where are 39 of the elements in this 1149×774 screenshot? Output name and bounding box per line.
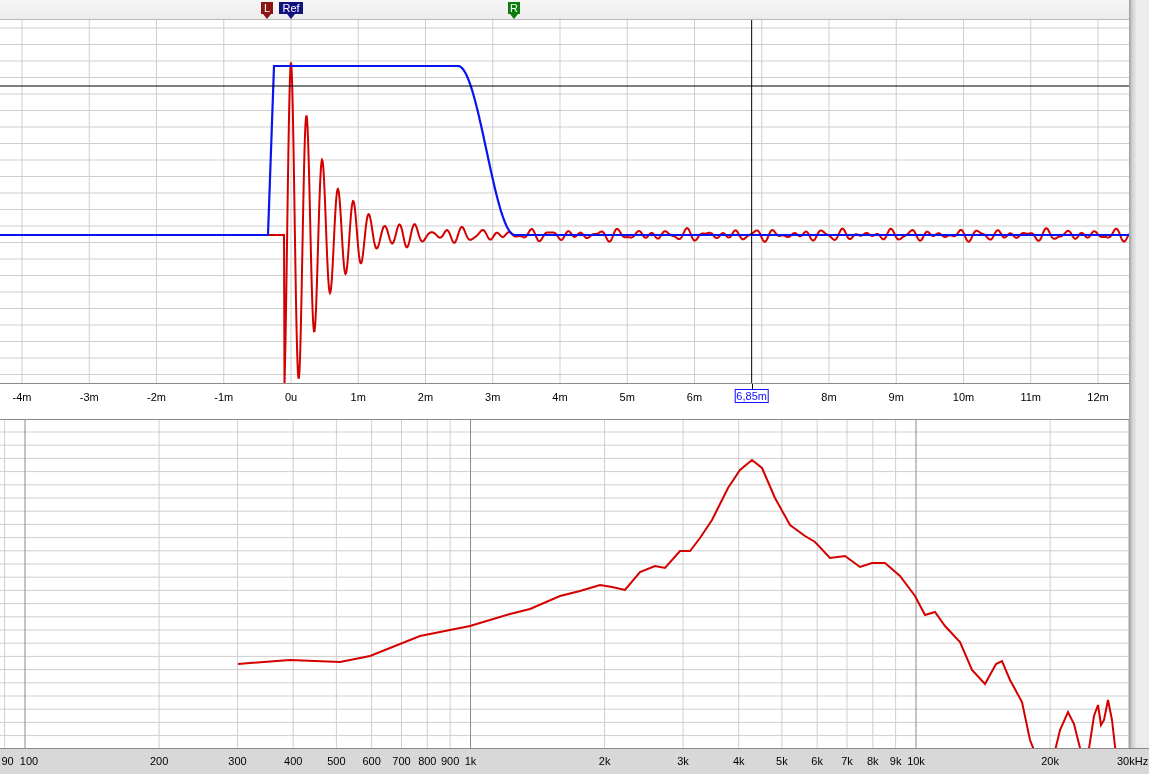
axis-label: 2k	[598, 755, 611, 767]
axis-label: 5k	[776, 755, 788, 767]
axis-label: 1m	[350, 391, 366, 403]
axis-label: 900	[440, 755, 460, 767]
axis-label: 200	[149, 755, 169, 767]
axis-label: 3m	[485, 391, 501, 403]
axis-label: 30kHz	[1116, 755, 1149, 767]
axis-label: 20k	[1041, 755, 1059, 767]
axis-label: 800	[418, 755, 437, 767]
axis-label: 6k	[811, 755, 823, 767]
axis-label: -3m	[79, 391, 99, 403]
axis-label: 90	[1, 755, 14, 767]
axis-label: 4m	[552, 391, 568, 403]
axis-label: 9k	[889, 755, 902, 767]
axis-label: 9m	[888, 391, 904, 403]
cursor-readout: 6,85m	[734, 389, 769, 403]
axis-label: -1m	[214, 391, 234, 403]
axis-label: 6m	[686, 391, 703, 403]
axis-label: 8m	[821, 391, 837, 403]
axis-label: 500	[327, 755, 346, 767]
axis-label: 7k	[841, 755, 853, 767]
axis-label: 4k	[732, 755, 745, 767]
axis-label: 2m	[417, 391, 434, 403]
axis-label: 300	[228, 755, 247, 767]
axis-label: 10k	[907, 755, 925, 767]
axis-label: 3k	[677, 755, 689, 767]
axis-label: -2m	[147, 391, 166, 403]
axis-label: 11m	[1020, 391, 1042, 403]
axis-label: 12m	[1087, 391, 1109, 403]
axis-label: 5m	[619, 391, 635, 403]
axis-label: 700	[392, 755, 411, 767]
axis-label: 600	[362, 755, 381, 767]
axis-label: 8k	[867, 755, 879, 767]
axis-label: 1k	[464, 755, 477, 767]
axis-label: 0u	[284, 391, 298, 403]
axis-label: 10m	[952, 391, 975, 403]
axis-label: 400	[284, 755, 303, 767]
axis-label: -4m	[12, 391, 32, 403]
axis-label: 100	[19, 755, 39, 767]
